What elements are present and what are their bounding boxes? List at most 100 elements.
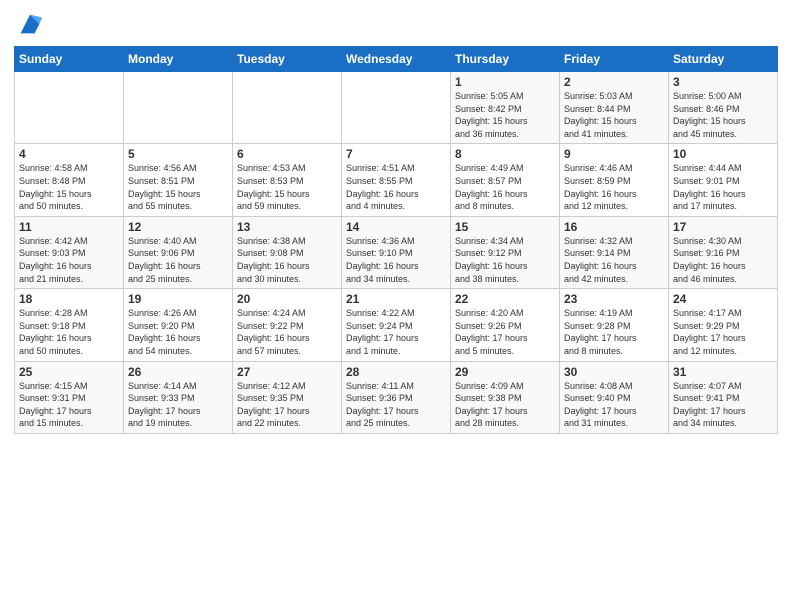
day-cell: 28Sunrise: 4:11 AMSunset: 9:36 PMDayligh…: [342, 361, 451, 433]
day-info: Sunrise: 4:11 AMSunset: 9:36 PMDaylight:…: [346, 380, 446, 430]
day-number: 7: [346, 147, 446, 161]
day-number: 14: [346, 220, 446, 234]
day-cell: 19Sunrise: 4:26 AMSunset: 9:20 PMDayligh…: [124, 289, 233, 361]
day-info: Sunrise: 4:08 AMSunset: 9:40 PMDaylight:…: [564, 380, 664, 430]
calendar-table: SundayMondayTuesdayWednesdayThursdayFrid…: [14, 46, 778, 434]
day-number: 9: [564, 147, 664, 161]
day-number: 24: [673, 292, 773, 306]
week-row-2: 11Sunrise: 4:42 AMSunset: 9:03 PMDayligh…: [15, 216, 778, 288]
day-cell: 9Sunrise: 4:46 AMSunset: 8:59 PMDaylight…: [560, 144, 669, 216]
day-info: Sunrise: 4:36 AMSunset: 9:10 PMDaylight:…: [346, 235, 446, 285]
day-cell: 14Sunrise: 4:36 AMSunset: 9:10 PMDayligh…: [342, 216, 451, 288]
day-cell: 30Sunrise: 4:08 AMSunset: 9:40 PMDayligh…: [560, 361, 669, 433]
day-number: 11: [19, 220, 119, 234]
calendar-body: 1Sunrise: 5:05 AMSunset: 8:42 PMDaylight…: [15, 72, 778, 434]
day-cell: 26Sunrise: 4:14 AMSunset: 9:33 PMDayligh…: [124, 361, 233, 433]
header-row: SundayMondayTuesdayWednesdayThursdayFrid…: [15, 47, 778, 72]
day-number: 1: [455, 75, 555, 89]
header-wednesday: Wednesday: [342, 47, 451, 72]
day-info: Sunrise: 4:30 AMSunset: 9:16 PMDaylight:…: [673, 235, 773, 285]
week-row-4: 25Sunrise: 4:15 AMSunset: 9:31 PMDayligh…: [15, 361, 778, 433]
day-number: 22: [455, 292, 555, 306]
day-number: 13: [237, 220, 337, 234]
day-cell: 4Sunrise: 4:58 AMSunset: 8:48 PMDaylight…: [15, 144, 124, 216]
logo: [14, 10, 44, 38]
day-info: Sunrise: 4:44 AMSunset: 9:01 PMDaylight:…: [673, 162, 773, 212]
day-cell: 13Sunrise: 4:38 AMSunset: 9:08 PMDayligh…: [233, 216, 342, 288]
day-info: Sunrise: 4:09 AMSunset: 9:38 PMDaylight:…: [455, 380, 555, 430]
day-info: Sunrise: 4:19 AMSunset: 9:28 PMDaylight:…: [564, 307, 664, 357]
day-number: 15: [455, 220, 555, 234]
day-number: 29: [455, 365, 555, 379]
day-info: Sunrise: 4:26 AMSunset: 9:20 PMDaylight:…: [128, 307, 228, 357]
day-cell: 10Sunrise: 4:44 AMSunset: 9:01 PMDayligh…: [669, 144, 778, 216]
day-number: 4: [19, 147, 119, 161]
day-info: Sunrise: 4:46 AMSunset: 8:59 PMDaylight:…: [564, 162, 664, 212]
day-info: Sunrise: 4:24 AMSunset: 9:22 PMDaylight:…: [237, 307, 337, 357]
day-info: Sunrise: 4:28 AMSunset: 9:18 PMDaylight:…: [19, 307, 119, 357]
day-info: Sunrise: 4:32 AMSunset: 9:14 PMDaylight:…: [564, 235, 664, 285]
day-info: Sunrise: 4:22 AMSunset: 9:24 PMDaylight:…: [346, 307, 446, 357]
day-number: 30: [564, 365, 664, 379]
day-cell: 27Sunrise: 4:12 AMSunset: 9:35 PMDayligh…: [233, 361, 342, 433]
header-saturday: Saturday: [669, 47, 778, 72]
day-cell: 12Sunrise: 4:40 AMSunset: 9:06 PMDayligh…: [124, 216, 233, 288]
logo-icon: [16, 10, 44, 38]
day-info: Sunrise: 4:20 AMSunset: 9:26 PMDaylight:…: [455, 307, 555, 357]
day-cell: 3Sunrise: 5:00 AMSunset: 8:46 PMDaylight…: [669, 72, 778, 144]
day-number: 31: [673, 365, 773, 379]
day-number: 26: [128, 365, 228, 379]
day-info: Sunrise: 5:00 AMSunset: 8:46 PMDaylight:…: [673, 90, 773, 140]
day-info: Sunrise: 4:56 AMSunset: 8:51 PMDaylight:…: [128, 162, 228, 212]
week-row-0: 1Sunrise: 5:05 AMSunset: 8:42 PMDaylight…: [15, 72, 778, 144]
day-number: 10: [673, 147, 773, 161]
day-number: 2: [564, 75, 664, 89]
header-tuesday: Tuesday: [233, 47, 342, 72]
day-cell: 31Sunrise: 4:07 AMSunset: 9:41 PMDayligh…: [669, 361, 778, 433]
header-sunday: Sunday: [15, 47, 124, 72]
week-row-3: 18Sunrise: 4:28 AMSunset: 9:18 PMDayligh…: [15, 289, 778, 361]
day-number: 23: [564, 292, 664, 306]
day-info: Sunrise: 4:42 AMSunset: 9:03 PMDaylight:…: [19, 235, 119, 285]
week-row-1: 4Sunrise: 4:58 AMSunset: 8:48 PMDaylight…: [15, 144, 778, 216]
day-cell: 23Sunrise: 4:19 AMSunset: 9:28 PMDayligh…: [560, 289, 669, 361]
day-cell: 20Sunrise: 4:24 AMSunset: 9:22 PMDayligh…: [233, 289, 342, 361]
day-info: Sunrise: 4:15 AMSunset: 9:31 PMDaylight:…: [19, 380, 119, 430]
day-number: 27: [237, 365, 337, 379]
day-number: 17: [673, 220, 773, 234]
day-number: 20: [237, 292, 337, 306]
day-info: Sunrise: 4:12 AMSunset: 9:35 PMDaylight:…: [237, 380, 337, 430]
day-cell: 17Sunrise: 4:30 AMSunset: 9:16 PMDayligh…: [669, 216, 778, 288]
day-cell: 24Sunrise: 4:17 AMSunset: 9:29 PMDayligh…: [669, 289, 778, 361]
day-info: Sunrise: 5:03 AMSunset: 8:44 PMDaylight:…: [564, 90, 664, 140]
day-cell: 15Sunrise: 4:34 AMSunset: 9:12 PMDayligh…: [451, 216, 560, 288]
day-info: Sunrise: 4:58 AMSunset: 8:48 PMDaylight:…: [19, 162, 119, 212]
header-monday: Monday: [124, 47, 233, 72]
day-cell: [15, 72, 124, 144]
day-cell: [124, 72, 233, 144]
day-info: Sunrise: 4:49 AMSunset: 8:57 PMDaylight:…: [455, 162, 555, 212]
page: SundayMondayTuesdayWednesdayThursdayFrid…: [0, 0, 792, 612]
day-info: Sunrise: 4:14 AMSunset: 9:33 PMDaylight:…: [128, 380, 228, 430]
day-info: Sunrise: 4:40 AMSunset: 9:06 PMDaylight:…: [128, 235, 228, 285]
day-cell: 2Sunrise: 5:03 AMSunset: 8:44 PMDaylight…: [560, 72, 669, 144]
day-cell: 16Sunrise: 4:32 AMSunset: 9:14 PMDayligh…: [560, 216, 669, 288]
day-info: Sunrise: 4:38 AMSunset: 9:08 PMDaylight:…: [237, 235, 337, 285]
day-info: Sunrise: 4:07 AMSunset: 9:41 PMDaylight:…: [673, 380, 773, 430]
day-info: Sunrise: 4:51 AMSunset: 8:55 PMDaylight:…: [346, 162, 446, 212]
day-info: Sunrise: 5:05 AMSunset: 8:42 PMDaylight:…: [455, 90, 555, 140]
header-thursday: Thursday: [451, 47, 560, 72]
header: [14, 10, 778, 38]
day-info: Sunrise: 4:34 AMSunset: 9:12 PMDaylight:…: [455, 235, 555, 285]
day-cell: 25Sunrise: 4:15 AMSunset: 9:31 PMDayligh…: [15, 361, 124, 433]
day-number: 16: [564, 220, 664, 234]
day-number: 25: [19, 365, 119, 379]
day-cell: 18Sunrise: 4:28 AMSunset: 9:18 PMDayligh…: [15, 289, 124, 361]
day-number: 6: [237, 147, 337, 161]
day-number: 28: [346, 365, 446, 379]
day-number: 12: [128, 220, 228, 234]
day-cell: 22Sunrise: 4:20 AMSunset: 9:26 PMDayligh…: [451, 289, 560, 361]
day-info: Sunrise: 4:53 AMSunset: 8:53 PMDaylight:…: [237, 162, 337, 212]
day-cell: [233, 72, 342, 144]
day-number: 8: [455, 147, 555, 161]
